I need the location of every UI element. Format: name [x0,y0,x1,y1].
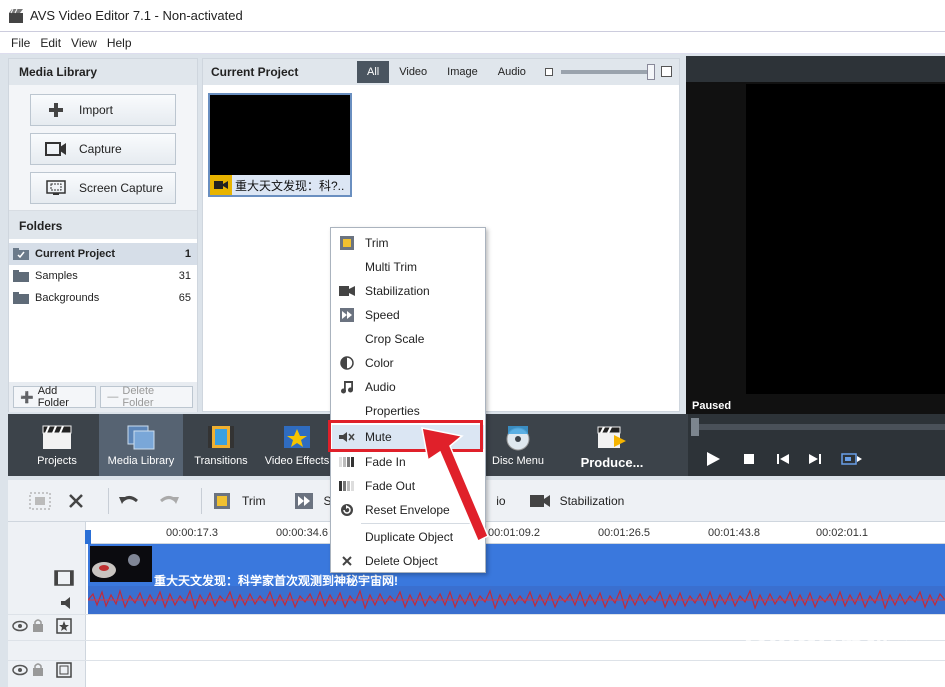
baidu-watermark-url: jingyan.baidu.com [794,666,899,681]
baidu-watermark: Baidu经验 [742,625,905,663]
annotation-arrow [421,427,489,543]
